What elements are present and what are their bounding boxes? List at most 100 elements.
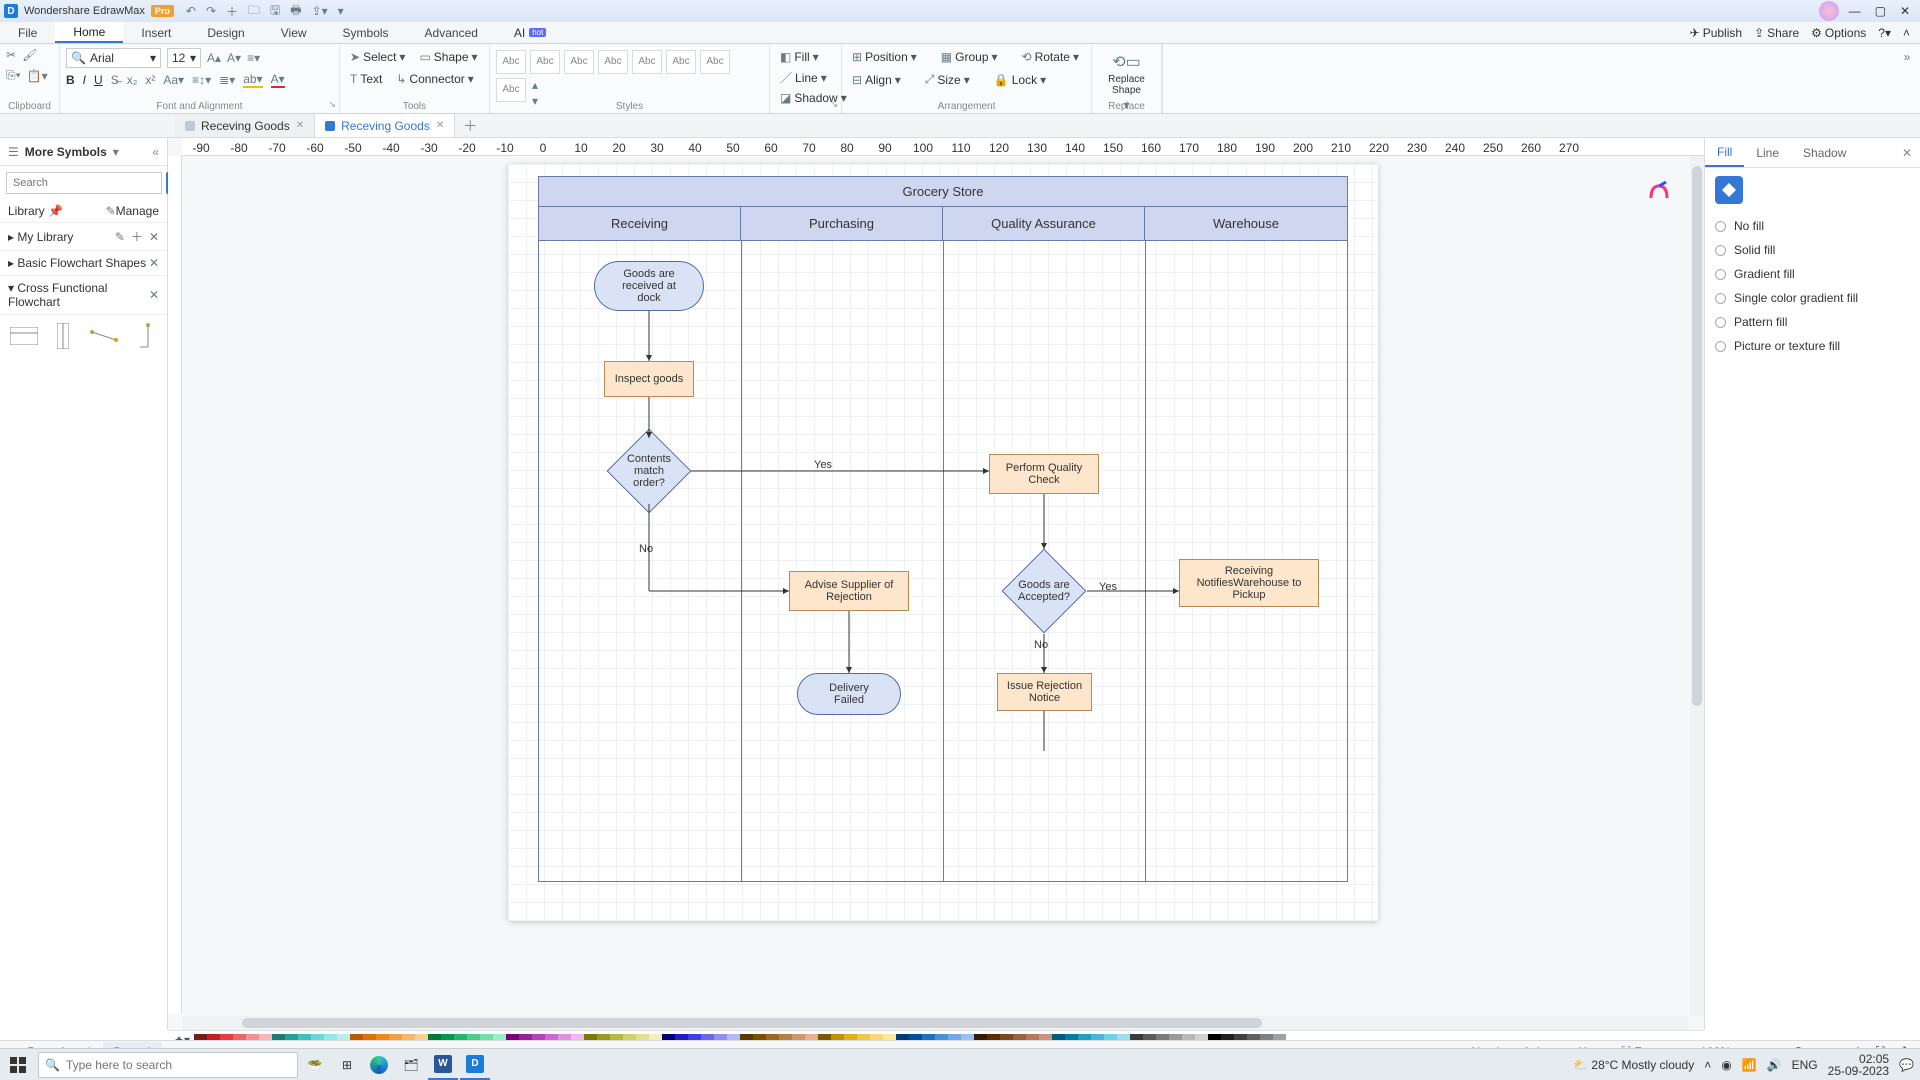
paste-icon[interactable]: 📋▾	[27, 69, 48, 83]
close-props-icon[interactable]: ✕	[1894, 146, 1920, 160]
tb-edraw-icon[interactable]: D	[460, 1050, 490, 1080]
align-button[interactable]: ⊟Align▾	[848, 71, 905, 89]
doc-tab-1[interactable]: Receving Goods ✕	[175, 114, 315, 137]
sub-icon[interactable]: x₂	[127, 73, 138, 87]
copy-icon[interactable]: ⎘▾	[6, 68, 21, 83]
shape-contents-match[interactable]: Contents match order?	[607, 429, 692, 514]
swimlane[interactable]: Grocery Store Receiving Purchasing Quali…	[538, 176, 1348, 882]
tb-salad-icon[interactable]: 🥗	[300, 1050, 330, 1080]
grow-font-icon[interactable]: A▴	[207, 51, 221, 65]
weather-widget[interactable]: ⛅ 28°C Mostly cloudy	[1573, 1058, 1694, 1072]
redo-icon[interactable]: ↷	[206, 4, 216, 18]
line-button[interactable]: ／Line▾	[776, 67, 831, 88]
close-icon[interactable]: ✕	[1900, 4, 1910, 18]
style-1[interactable]: Abc	[496, 50, 526, 74]
shape-separator-h[interactable]	[89, 323, 119, 349]
menu-home[interactable]: Home	[55, 22, 123, 43]
style-3[interactable]: Abc	[564, 50, 594, 74]
canvas-paper[interactable]: Grocery Store Receiving Purchasing Quali…	[508, 164, 1378, 921]
replace-shape-icon[interactable]: ⟲▭	[1112, 52, 1141, 72]
shape-rejection-notice[interactable]: Issue Rejection Notice	[997, 673, 1092, 711]
font-color-icon[interactable]: A▾	[271, 72, 285, 88]
tb-explorer-icon[interactable]: 🗂	[396, 1050, 426, 1080]
start-button[interactable]	[0, 1057, 36, 1073]
edit-lib-icon[interactable]: ✎	[115, 228, 125, 245]
prop-tab-fill[interactable]: Fill	[1705, 138, 1744, 167]
tb-taskview-icon[interactable]: ⊞	[332, 1050, 362, 1080]
style-6[interactable]: Abc	[666, 50, 696, 74]
help-icon[interactable]: ?▾	[1878, 26, 1891, 40]
fill-opt-solid[interactable]: Solid fill	[1715, 238, 1910, 262]
align-menu-icon[interactable]: ≡▾	[247, 51, 260, 65]
print-icon[interactable]: 🖶	[290, 1, 301, 22]
shape-delivery-failed[interactable]: Delivery Failed	[797, 673, 901, 715]
minimize-icon[interactable]: —	[1849, 4, 1861, 18]
shape-swimlane-h[interactable]	[10, 323, 38, 349]
cat-basic-flowchart[interactable]: ▸ Basic Flowchart Shapes ✕	[0, 251, 167, 276]
menu-view[interactable]: View	[263, 22, 325, 43]
prop-tab-line[interactable]: Line	[1744, 138, 1791, 167]
style-7[interactable]: Abc	[700, 50, 730, 74]
menu-symbols[interactable]: Symbols	[325, 22, 407, 43]
italic-icon[interactable]: I	[83, 73, 86, 87]
tray-notifications-icon[interactable]: 💬	[1899, 1058, 1914, 1072]
shape-goods-received[interactable]: Goods are received at dock	[594, 261, 704, 311]
rotate-button[interactable]: ⟲Rotate▾	[1018, 48, 1083, 66]
ai-assistant-icon[interactable]	[1648, 180, 1670, 202]
symbols-menu-icon[interactable]: ▾	[113, 145, 119, 159]
add-tab-icon[interactable]: ＋	[463, 116, 477, 136]
font-select[interactable]: 🔍Arial▾	[66, 48, 161, 68]
new-icon[interactable]: ＋	[226, 3, 238, 20]
shape-inspect-goods[interactable]: Inspect goods	[604, 361, 694, 397]
close-cat2-icon[interactable]: ✕	[149, 288, 159, 302]
fill-opt-none[interactable]: No fill	[1715, 214, 1910, 238]
taskbar-search-input[interactable]	[66, 1058, 291, 1072]
lane-warehouse[interactable]: Warehouse	[1145, 207, 1347, 240]
lane-qa[interactable]: Quality Assurance	[943, 207, 1145, 240]
line-spacing-icon[interactable]: ≡↕▾	[192, 73, 211, 87]
symbol-search-input[interactable]	[6, 172, 162, 194]
lane-receiving[interactable]: Receiving	[539, 207, 741, 240]
fill-opt-single-gradient[interactable]: Single color gradient fill	[1715, 286, 1910, 310]
expand-right-panel-icon[interactable]: »	[1904, 50, 1911, 64]
qat-more-icon[interactable]: ▾	[338, 4, 344, 18]
style-5[interactable]: Abc	[632, 50, 662, 74]
case-icon[interactable]: Aa▾	[163, 73, 184, 87]
my-library[interactable]: ▸ My Library ✎＋✕	[0, 223, 167, 251]
font-dialog-icon[interactable]: ↘	[328, 99, 336, 110]
add-lib-icon[interactable]: ＋	[131, 228, 143, 245]
tray-lang-icon[interactable]: ENG	[1792, 1058, 1818, 1072]
bullets-icon[interactable]: ≣▾	[219, 73, 235, 87]
doc-tab-2[interactable]: Receving Goods ✕	[315, 114, 455, 137]
close-lib-icon[interactable]: ✕	[149, 228, 159, 245]
strike-icon[interactable]: S̶	[111, 73, 119, 87]
fill-style-icon[interactable]	[1715, 176, 1743, 204]
style-2[interactable]: Abc	[530, 50, 560, 74]
underline-icon[interactable]: U	[94, 73, 103, 87]
tray-meet-icon[interactable]: ◉	[1721, 1058, 1731, 1072]
menu-advanced[interactable]: Advanced	[407, 22, 496, 43]
menu-design[interactable]: Design	[189, 22, 262, 43]
undo-icon[interactable]: ↶	[186, 4, 196, 18]
user-avatar[interactable]	[1819, 1, 1839, 21]
publish-button[interactable]: ✈Publish	[1690, 26, 1742, 40]
font-size[interactable]: 12▾	[167, 48, 201, 68]
vertical-scrollbar[interactable]	[1690, 156, 1704, 1016]
save-icon[interactable]: 🖫	[270, 1, 280, 22]
cat-cross-functional[interactable]: ▾ Cross Functional Flowchart ✕	[0, 276, 167, 315]
text-tool[interactable]: TText	[346, 70, 386, 88]
shape-separator-v[interactable]	[131, 323, 158, 349]
swimlane-title[interactable]: Grocery Store	[539, 177, 1347, 207]
select-tool[interactable]: ➤Select▾	[346, 48, 409, 66]
fill-opt-pattern[interactable]: Pattern fill	[1715, 310, 1910, 334]
highlight-icon[interactable]: ab▾	[243, 72, 262, 88]
maximize-icon[interactable]: ▢	[1875, 4, 1886, 18]
sup-icon[interactable]: x²	[145, 73, 155, 87]
fill-opt-gradient[interactable]: Gradient fill	[1715, 262, 1910, 286]
group-button[interactable]: ▦Group▾	[937, 48, 1002, 66]
bold-icon[interactable]: B	[66, 73, 75, 87]
shape-advise-supplier[interactable]: Advise Supplier of Rejection	[789, 571, 909, 611]
shape-notify-warehouse[interactable]: Receiving NotifiesWarehouse to Pickup	[1179, 559, 1319, 607]
lock-button[interactable]: 🔒Lock▾	[990, 71, 1050, 89]
lane-purchasing[interactable]: Purchasing	[741, 207, 943, 240]
